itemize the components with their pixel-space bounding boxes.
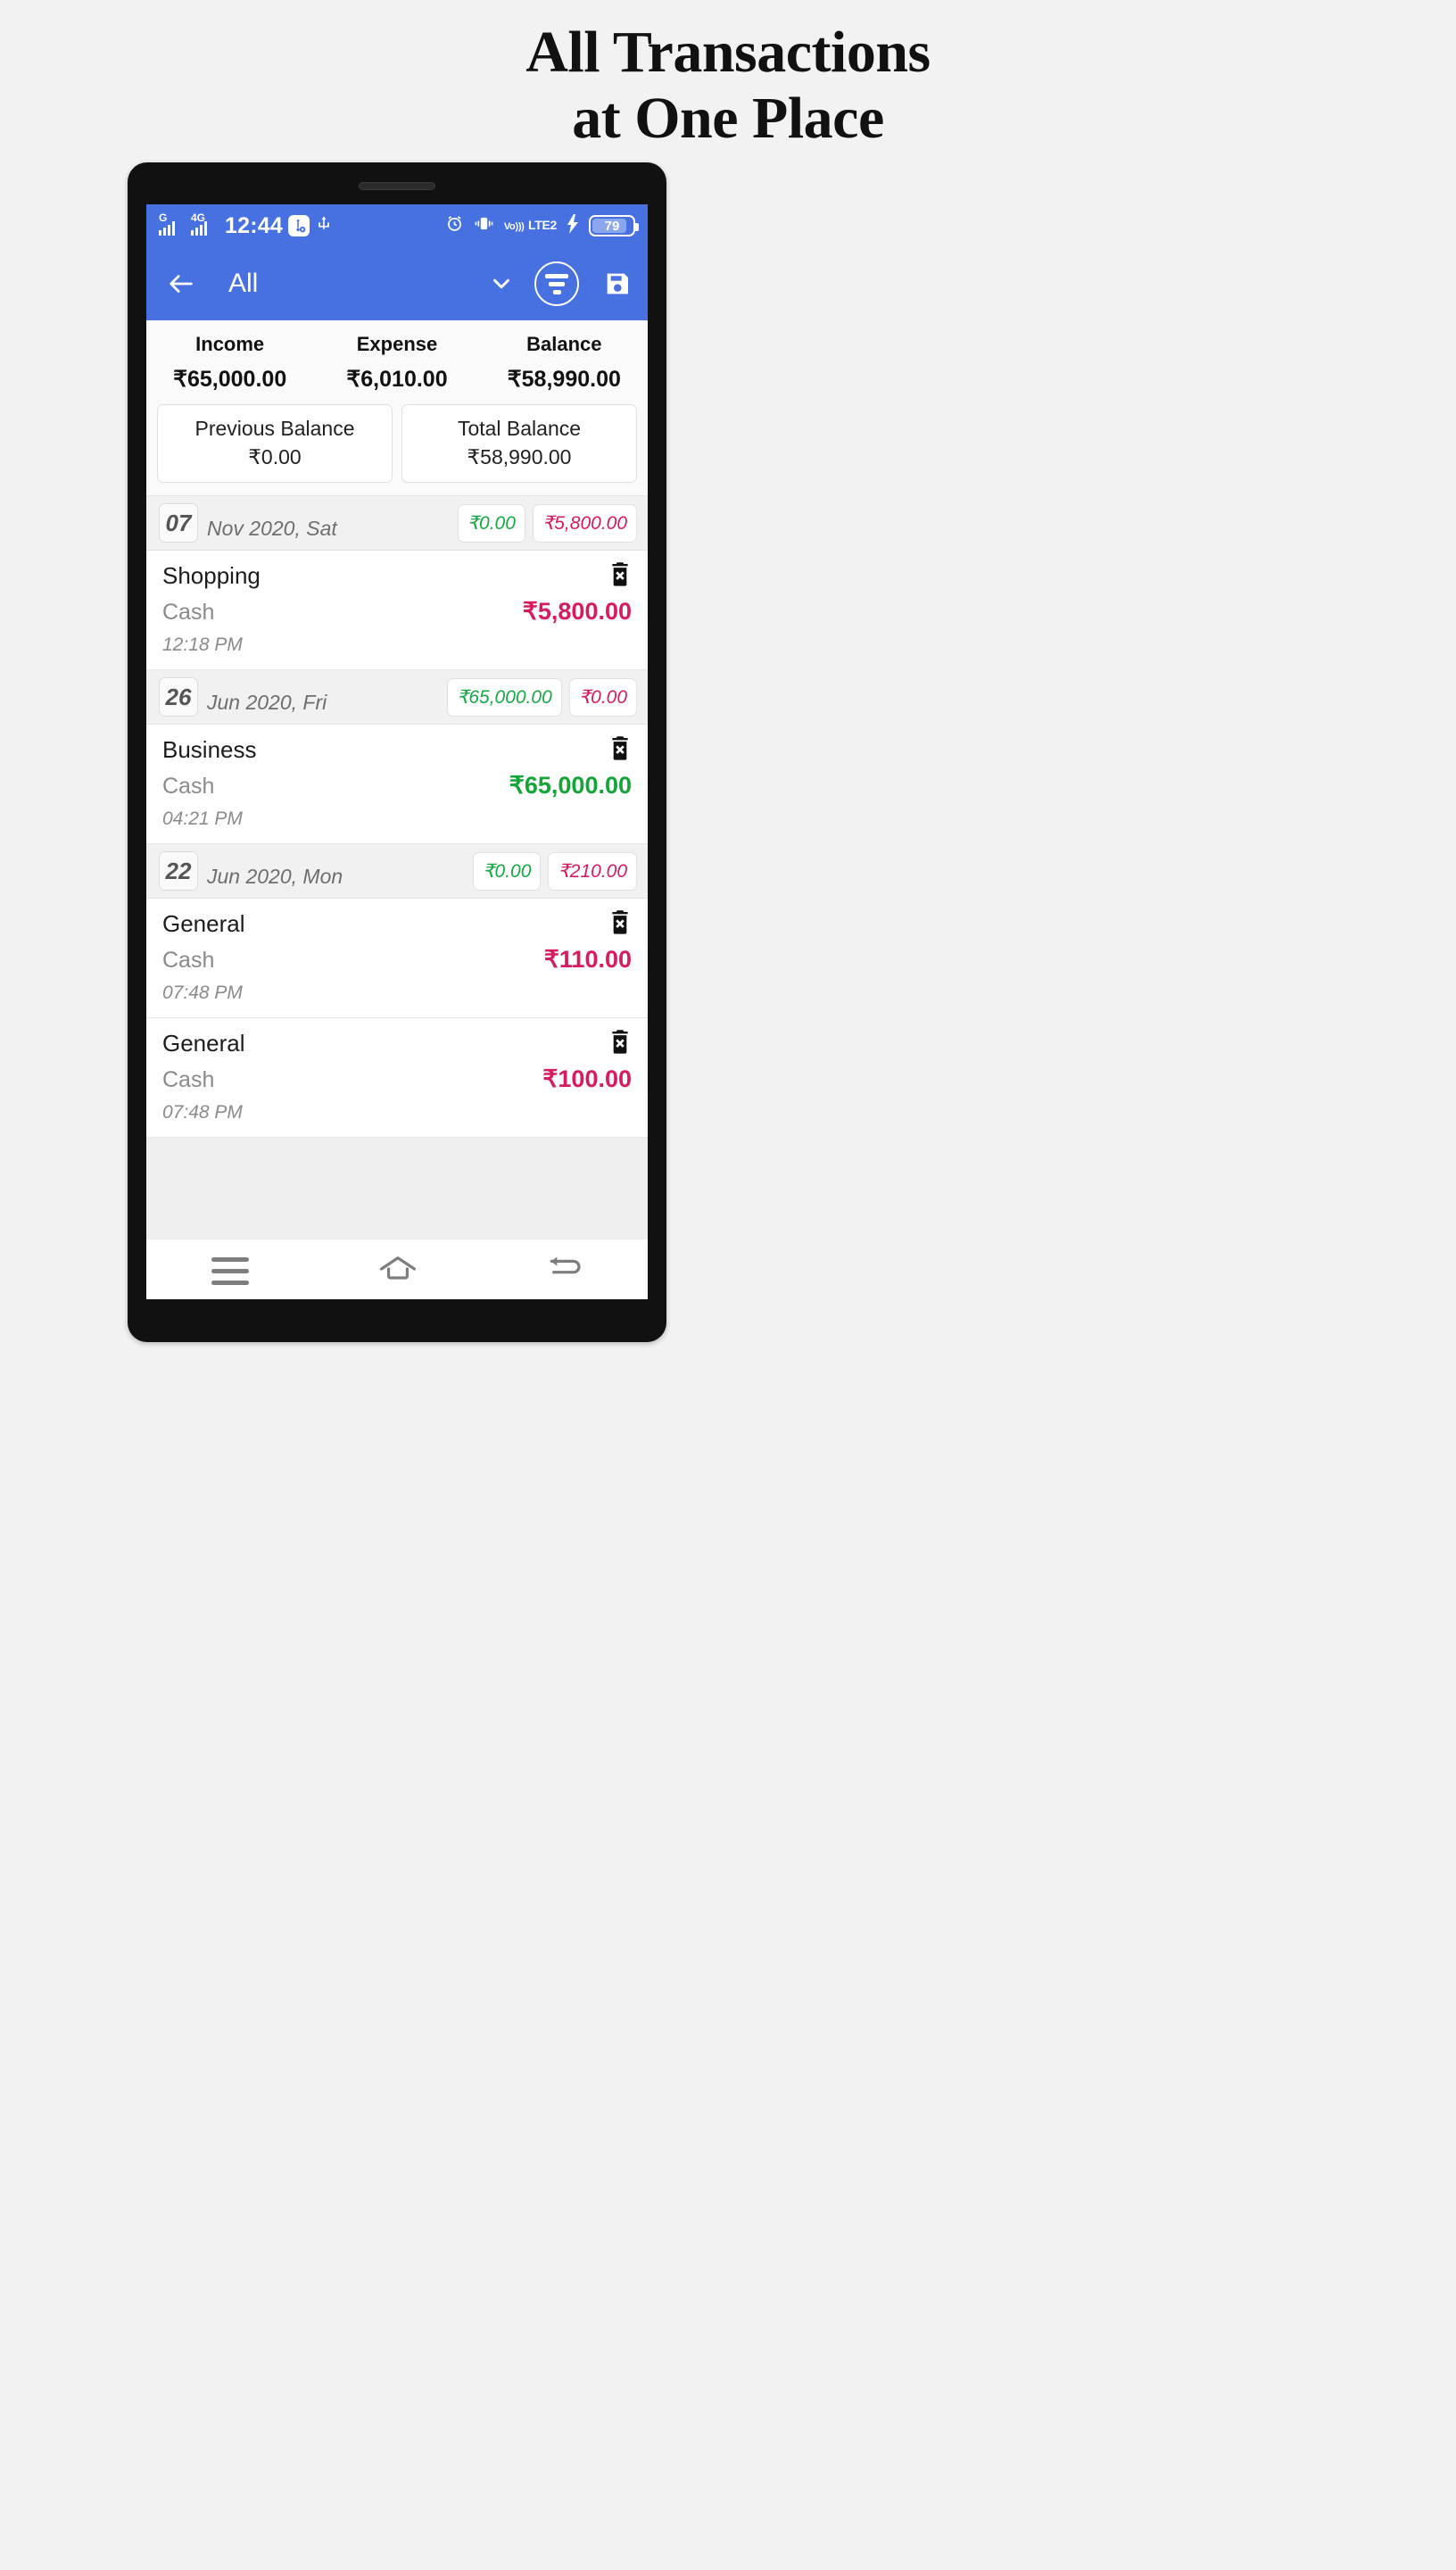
expense-value: ₹6,010.00 [346,367,448,392]
balance-cards-row: Previous Balance ₹0.00 Total Balance ₹58… [146,393,648,495]
transaction-list[interactable]: 07 Nov 2020, Sat ₹0.00 ₹5,800.00 Shoppin… [146,496,648,1239]
chevron-down-icon[interactable] [488,270,515,297]
income-label: Income [195,333,265,355]
back-nav-icon[interactable] [547,1255,583,1288]
table-row[interactable]: General Cash ₹110.00 07:48 PM [146,899,648,1018]
summary-income: Income ₹65,000.00 [146,333,313,393]
alarm-clock-icon [445,214,464,237]
headline-line-2: at One Place [572,85,884,151]
usb-settings-icon [287,215,310,236]
page-title: All Transactions at One Place [0,20,1456,152]
group-date-label: Jun 2020, Fri [207,691,327,714]
group-expense-badge: ₹210.00 [548,851,637,891]
expense-label: Expense [356,333,438,355]
summary-balance: Balance ₹58,990.00 [481,333,648,393]
delete-trash-icon[interactable] [608,909,632,939]
back-arrow-icon[interactable] [166,269,196,299]
transaction-account: Cash [162,600,215,625]
delete-trash-icon[interactable] [608,735,632,765]
headline-line-1: All Transactions [525,20,931,85]
battery-level-label: 79 [604,218,620,234]
filter-icon[interactable] [534,261,579,306]
previous-balance-amount: ₹0.00 [248,445,302,468]
vibrate-icon [474,215,494,236]
status-bar: G 4G 12:44 Vo))) LTE2 79 [146,204,648,247]
signal-4g-icon: 4G [191,212,218,236]
volte-bottom-label: LTE2 [528,218,557,232]
date-group-header: 26 Jun 2020, Fri ₹65,000.00 ₹0.00 [146,670,648,725]
app-bar-title: All [228,269,259,298]
save-floppy-icon[interactable] [603,269,632,298]
transaction-time: 07:48 PM [162,1102,243,1123]
day-chip: 26 [159,677,198,717]
volte-icon: Vo))) LTE2 [504,219,557,233]
balance-value: ₹58,990.00 [507,367,621,392]
group-income-badge: ₹0.00 [457,503,525,543]
income-value: ₹65,000.00 [173,367,287,392]
group-date-label: Nov 2020, Sat [207,517,337,540]
transaction-title: Shopping [162,562,261,589]
status-clock: 12:44 [225,212,283,238]
table-row[interactable]: General Cash ₹100.00 07:48 PM [146,1018,648,1138]
delete-trash-icon[interactable] [608,1029,632,1058]
battery-icon: 79 [589,215,639,236]
transaction-amount: ₹110.00 [543,946,632,973]
date-group-header: 07 Nov 2020, Sat ₹0.00 ₹5,800.00 [146,496,648,551]
transaction-amount: ₹5,800.00 [522,598,632,625]
signal-g-icon: G [159,212,186,236]
transaction-title: General [162,910,245,937]
summary-totals-row: Income ₹65,000.00 Expense ₹6,010.00 Bala… [146,333,648,393]
table-row[interactable]: Shopping Cash ₹5,800.00 12:18 PM [146,551,648,670]
phone-speaker [359,182,435,190]
transaction-time: 12:18 PM [162,634,243,655]
transaction-account: Cash [162,774,215,799]
total-balance-amount: ₹58,990.00 [467,445,572,468]
volte-top-label: Vo))) [503,221,525,232]
previous-balance-label: Previous Balance [194,417,355,440]
transaction-title: Business [162,736,257,763]
total-balance-label: Total Balance [457,417,582,440]
transaction-amount: ₹100.00 [542,1065,632,1092]
phone-chin [146,1299,648,1342]
transaction-account: Cash [162,948,215,973]
date-group-header: 22 Jun 2020, Mon ₹0.00 ₹210.00 [146,844,648,899]
transaction-amount: ₹65,000.00 [509,772,632,799]
day-chip: 22 [159,851,198,891]
summary-panel: Income ₹65,000.00 Expense ₹6,010.00 Bala… [146,320,648,496]
usb-icon [315,214,333,238]
app-bar: All [146,247,648,320]
transaction-time: 07:48 PM [162,982,243,1003]
android-nav-bar [146,1239,648,1299]
day-chip: 07 [159,503,198,543]
group-expense-badge: ₹0.00 [568,677,637,717]
total-balance-card: Total Balance ₹58,990.00 [401,404,637,483]
group-income-badge: ₹65,000.00 [446,677,562,717]
group-date-label: Jun 2020, Mon [207,865,343,888]
transaction-account: Cash [162,1067,215,1092]
summary-expense: Expense ₹6,010.00 [313,333,480,393]
home-icon[interactable] [379,1255,417,1288]
list-empty-area [146,1138,648,1239]
charging-bolt-icon [567,213,579,238]
group-expense-badge: ₹5,800.00 [532,503,637,543]
transaction-title: General [162,1030,245,1057]
balance-label: Balance [526,333,602,355]
phone-screen: G 4G 12:44 Vo))) LTE2 79 All Income ₹65,… [146,204,648,1299]
delete-trash-icon[interactable] [608,561,632,591]
previous-balance-card: Previous Balance ₹0.00 [157,404,393,483]
transaction-time: 04:21 PM [162,808,243,829]
menu-hamburger-icon[interactable] [211,1257,249,1285]
table-row[interactable]: Business Cash ₹65,000.00 04:21 PM [146,725,648,844]
phone-mockup: G 4G 12:44 Vo))) LTE2 79 All Income ₹65,… [128,162,666,1342]
promo-screenshot: All Transactions at One Place G 4G 12:44 [0,0,1456,2570]
group-income-badge: ₹0.00 [473,851,542,891]
